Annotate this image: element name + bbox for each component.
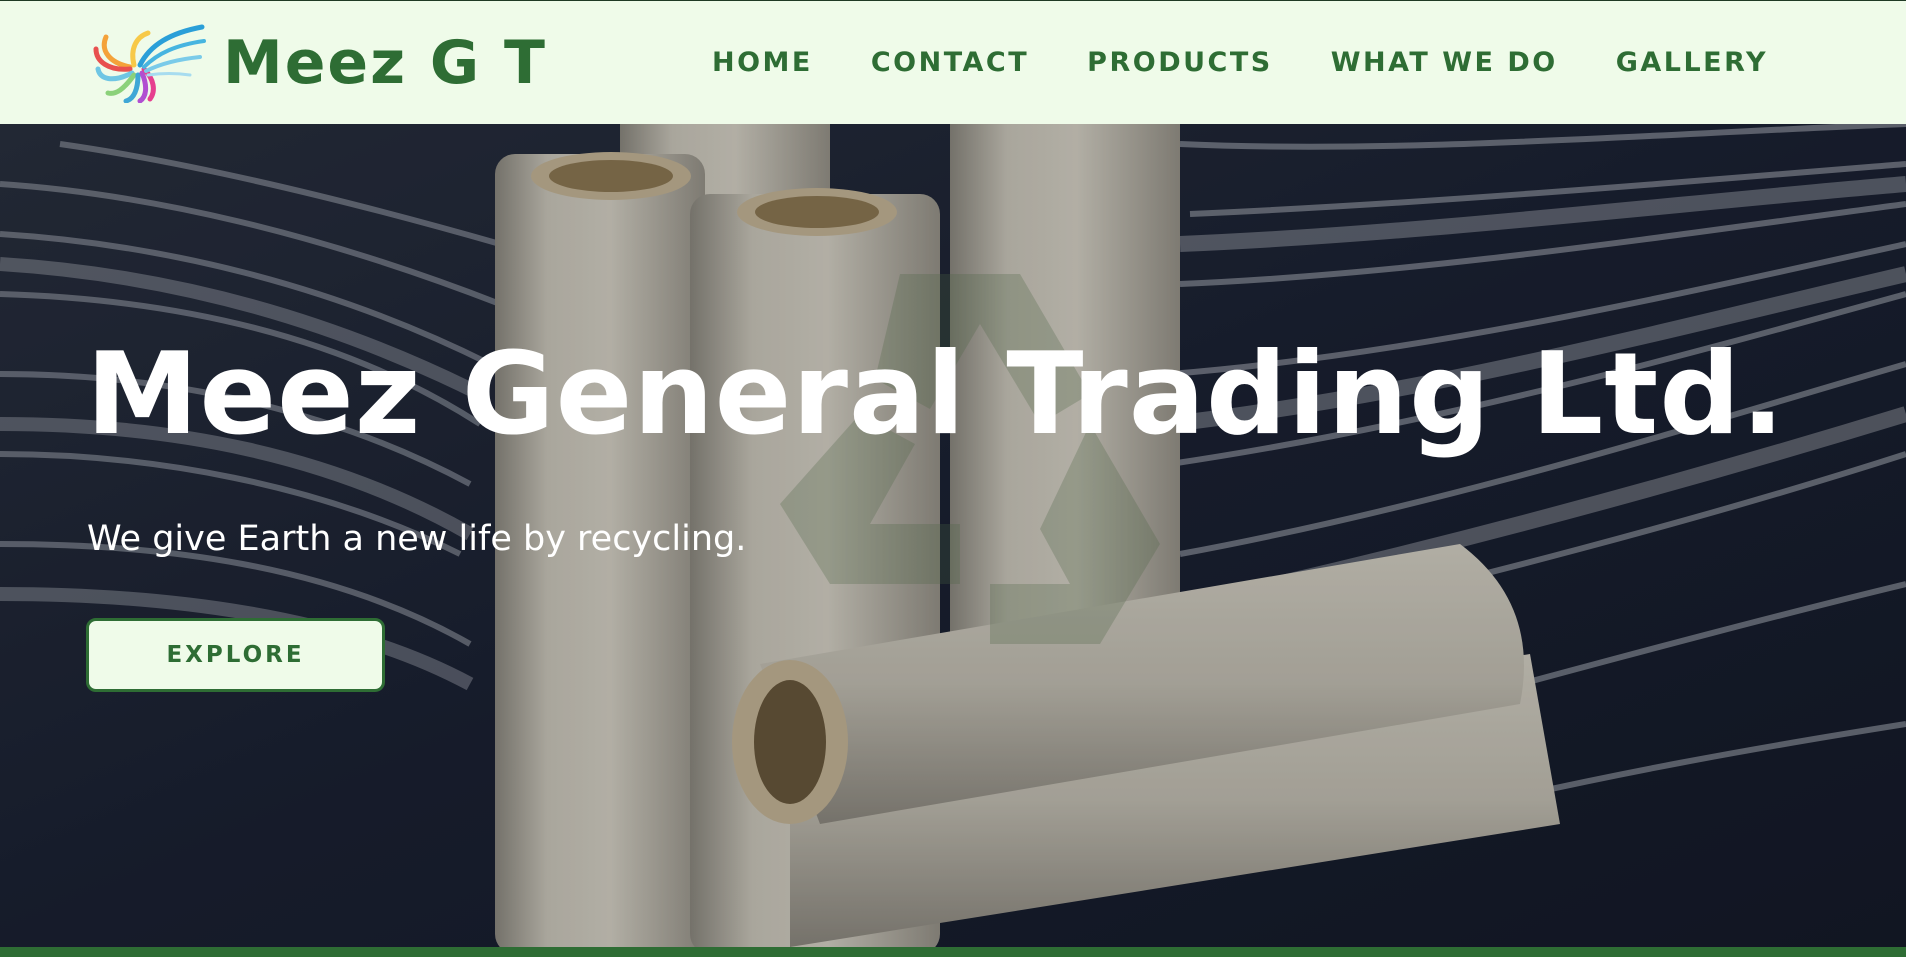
site-header: Meez G T HOME CONTACT PRODUCTS WHAT WE D… xyxy=(0,0,1906,124)
nav-contact[interactable]: CONTACT xyxy=(871,45,1029,81)
page: Meez G T HOME CONTACT PRODUCTS WHAT WE D… xyxy=(0,0,1906,957)
main-nav: HOME CONTACT PRODUCTS WHAT WE DO GALLERY xyxy=(712,45,1768,81)
hero-section: Meez General Trading Ltd. We give Earth … xyxy=(0,124,1906,947)
explore-button[interactable]: EXPLORE xyxy=(86,618,385,692)
nav-products[interactable]: PRODUCTS xyxy=(1087,45,1273,81)
nav-gallery[interactable]: GALLERY xyxy=(1616,45,1768,81)
brand-name[interactable]: Meez G T xyxy=(223,21,547,105)
hero-title: Meez General Trading Ltd. xyxy=(86,328,1786,460)
nav-home[interactable]: HOME xyxy=(712,45,813,81)
hero-subtitle: We give Earth a new life by recycling. xyxy=(87,519,747,559)
logo-icon[interactable] xyxy=(90,23,208,103)
nav-what-we-do[interactable]: WHAT WE DO xyxy=(1331,45,1558,81)
bottom-accent-bar xyxy=(0,947,1906,957)
